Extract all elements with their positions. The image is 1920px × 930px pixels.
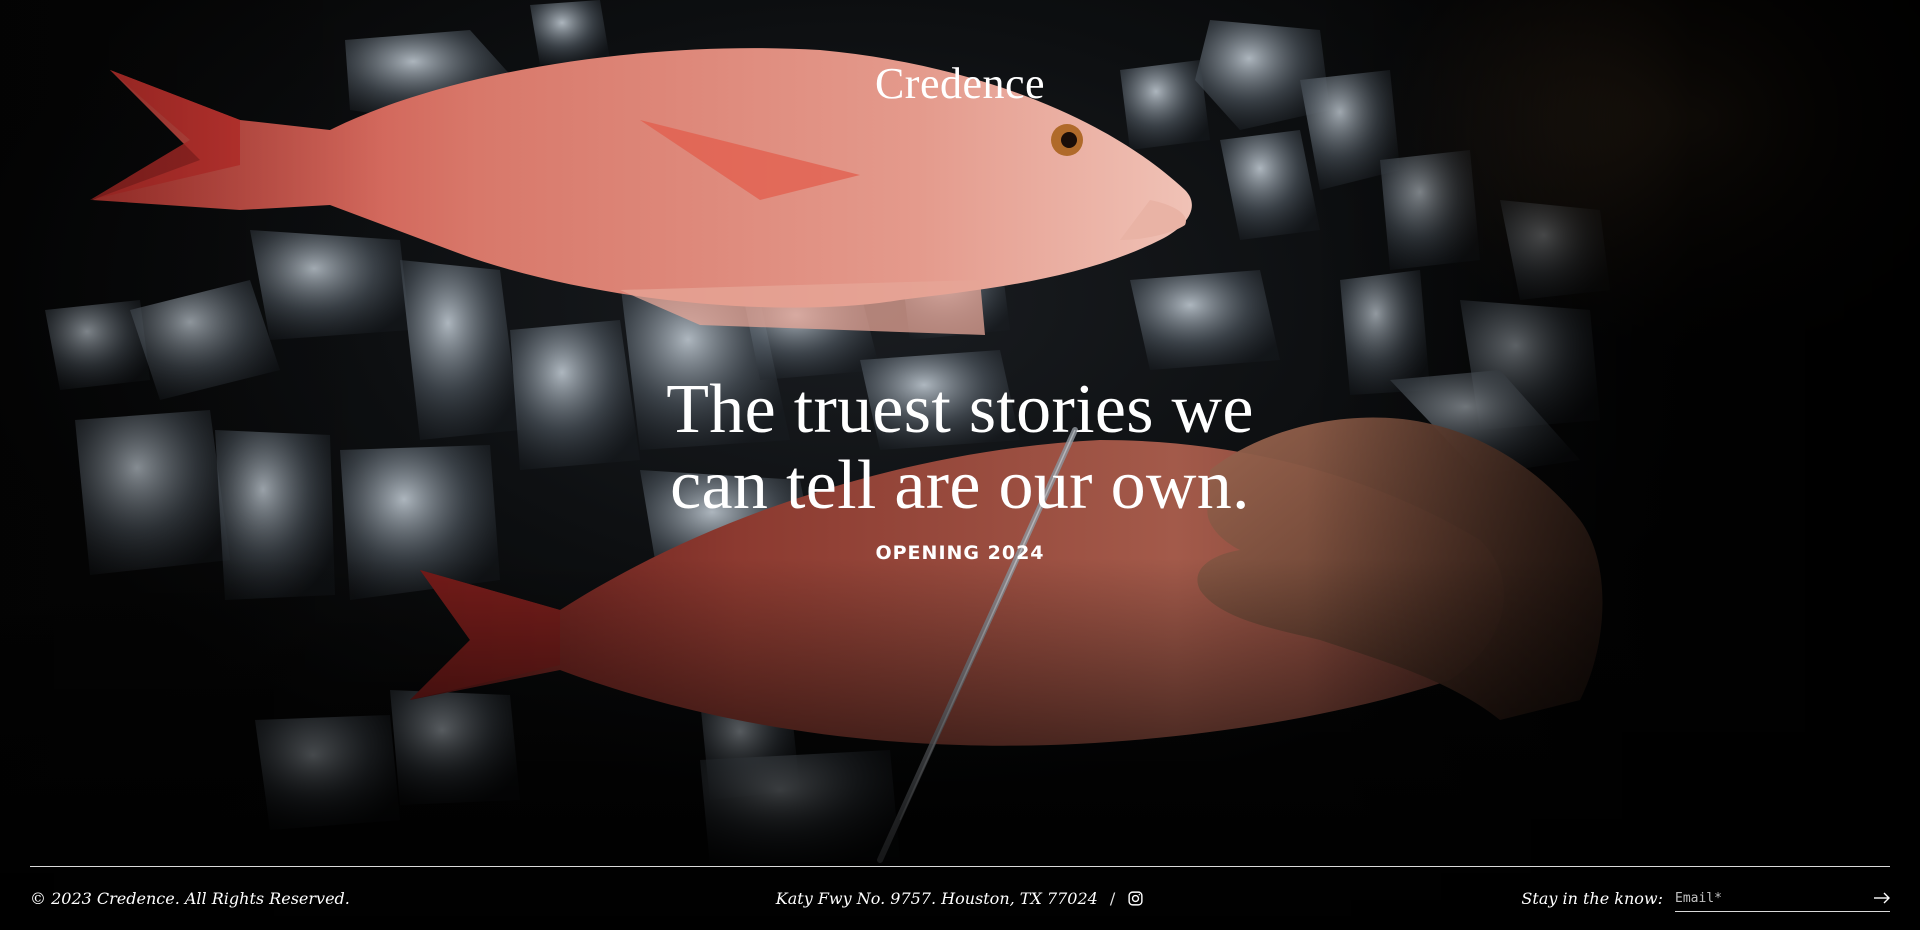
hero-headline: The truest stories we can tell are our o… [600,372,1320,524]
footer-separator: / [1109,889,1116,908]
hero-content: The truest stories we can tell are our o… [0,372,1920,565]
opening-date: OPENING 2024 [875,542,1045,564]
newsletter-submit-button[interactable] [1870,886,1890,910]
email-input[interactable] [1675,886,1870,910]
newsletter-form: Stay in the know: [1290,886,1890,912]
footer: © 2023 Credence. All Rights Reserved. Ka… [30,866,1890,930]
arrow-right-icon [1874,892,1890,904]
hero-section: Credence The truest stories we can tell … [0,0,1920,930]
headline-line-2: can tell are our own. [670,447,1250,524]
copyright-text: © 2023 Credence. All Rights Reserved. [30,889,350,908]
instagram-icon[interactable] [1127,890,1144,907]
brand-logo[interactable]: Credence [0,58,1920,109]
email-field-wrapper [1675,886,1890,912]
address-text: Katy Fwy No. 9757. Houston, TX 77024 [775,889,1098,908]
headline-line-1: The truest stories we [666,371,1254,448]
newsletter-label: Stay in the know: [1521,889,1663,908]
footer-address-group: Katy Fwy No. 9757. Houston, TX 77024 / [776,889,1144,908]
